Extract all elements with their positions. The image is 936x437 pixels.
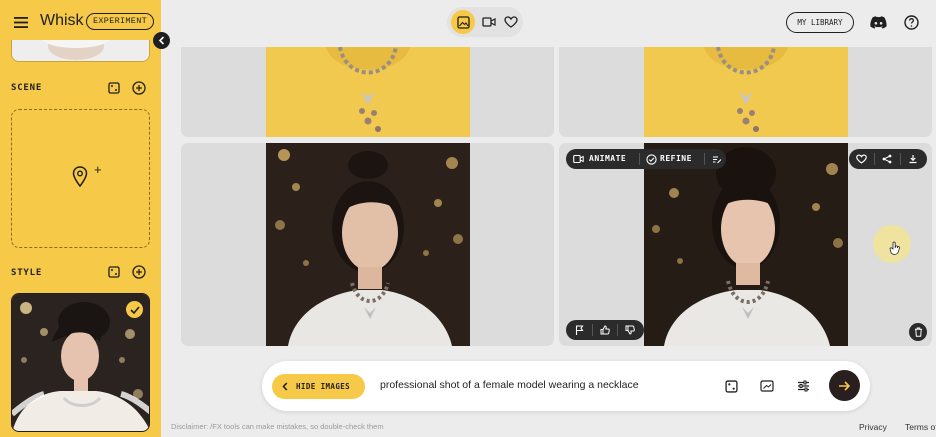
app-title: Whisk (40, 12, 84, 29)
add-style-icon[interactable] (131, 264, 147, 280)
animate-icon (572, 153, 584, 165)
location-pin-icon (72, 166, 88, 188)
flag-icon[interactable] (573, 324, 585, 336)
prompt-input[interactable]: professional shot of a female model wear… (380, 379, 639, 391)
result-card[interactable] (181, 143, 554, 346)
card-action-toolbar: ANIMATE REFINE (566, 149, 726, 169)
subject-image[interactable] (11, 40, 150, 62)
divider (874, 153, 875, 165)
refine-check-icon (645, 153, 657, 165)
divider (900, 153, 901, 165)
experiment-badge: EXPERIMENT (86, 13, 155, 30)
delete-icon[interactable] (909, 323, 927, 341)
dice-icon[interactable] (107, 81, 121, 95)
left-sidebar: Whisk EXPERIMENT SCENE + STYLE (0, 0, 161, 437)
download-icon[interactable] (906, 153, 920, 165)
discord-icon[interactable] (868, 13, 888, 31)
animate-button[interactable]: ANIMATE (589, 154, 626, 163)
settings-sliders-icon[interactable] (795, 378, 811, 394)
prompt-bar: HIDE IMAGES professional shot of a femal… (262, 361, 870, 411)
scene-drop-zone[interactable]: + (11, 109, 150, 248)
result-image (266, 47, 470, 137)
dice-icon[interactable] (107, 265, 121, 279)
result-card[interactable] (181, 47, 554, 137)
collapse-sidebar-button[interactable] (153, 32, 170, 49)
menu-icon[interactable] (12, 14, 30, 30)
result-image (266, 143, 470, 346)
divider (704, 153, 705, 165)
divider (639, 153, 640, 165)
check-icon (126, 301, 143, 318)
favorites-icon[interactable] (499, 10, 523, 34)
style-image[interactable] (11, 293, 150, 432)
result-image (644, 47, 848, 137)
dice-icon[interactable] (723, 378, 739, 394)
divider (617, 324, 618, 336)
mode-switcher (447, 7, 523, 37)
hide-images-label: HIDE IMAGES (296, 382, 351, 391)
my-library-button[interactable]: MY LIBRARY (786, 12, 854, 33)
divider (592, 324, 593, 336)
terms-link[interactable]: Terms of (905, 422, 936, 432)
privacy-link[interactable]: Privacy (859, 422, 887, 432)
aspect-ratio-icon[interactable] (759, 378, 775, 394)
arrow-right-icon (839, 380, 851, 391)
result-image (644, 143, 848, 346)
hand-cursor-icon (889, 241, 901, 256)
result-card[interactable]: ANIMATE REFINE (559, 143, 932, 346)
image-mode-icon[interactable] (451, 10, 475, 34)
share-icon[interactable] (880, 153, 894, 165)
video-mode-icon[interactable] (477, 10, 501, 34)
thumbs-down-icon[interactable] (624, 324, 636, 336)
feedback-toolbar (566, 320, 644, 340)
card-share-toolbar (849, 149, 927, 169)
result-card[interactable] (559, 47, 932, 137)
thumbs-up-icon[interactable] (599, 324, 611, 336)
submit-prompt-button[interactable] (829, 370, 860, 401)
style-label: STYLE (11, 268, 43, 278)
favorite-icon[interactable] (854, 153, 868, 165)
disclaimer-text: Disclaimer: /FX tools can make mistakes,… (171, 422, 384, 431)
hide-images-button[interactable]: HIDE IMAGES (272, 374, 365, 399)
help-icon[interactable] (902, 13, 920, 31)
edit-prompt-icon[interactable] (711, 153, 723, 165)
add-scene-icon[interactable] (131, 80, 147, 96)
chevron-left-icon (282, 382, 288, 391)
plus-icon: + (94, 162, 102, 177)
refine-button[interactable]: REFINE (660, 154, 692, 163)
scene-label: SCENE (11, 83, 43, 93)
